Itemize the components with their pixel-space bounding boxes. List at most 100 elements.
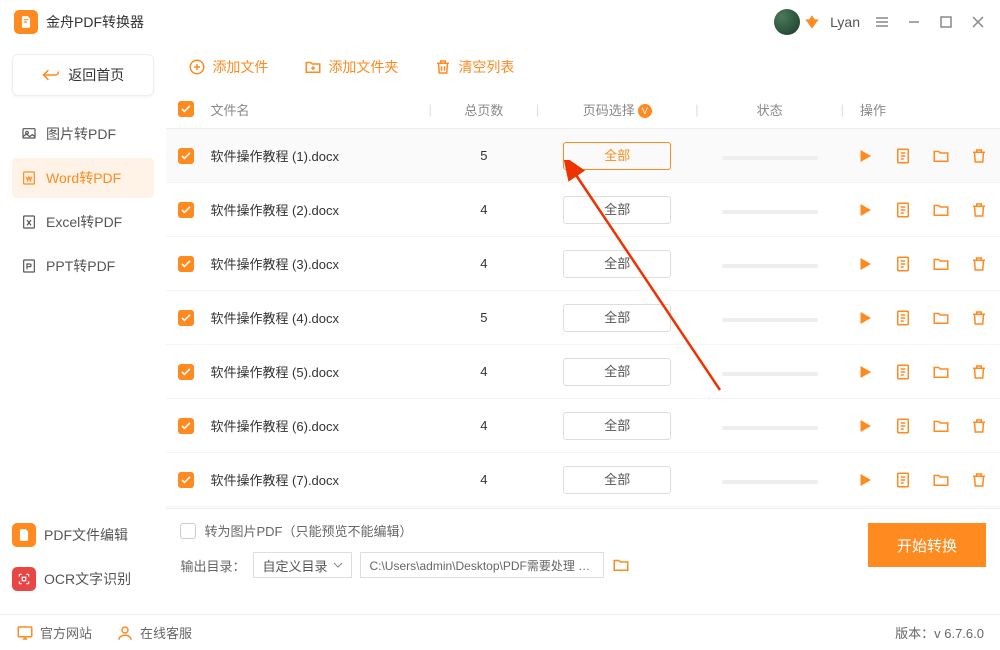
play-icon[interactable] [856,255,874,273]
nav-item-ppt[interactable]: PPT转PDF [12,246,154,286]
row-checkbox[interactable] [178,472,194,488]
row-checkbox[interactable] [178,256,194,272]
row-checkbox[interactable] [178,310,194,326]
nav-item-image[interactable]: 图片转PDF [12,114,154,154]
page-count: 4 [480,364,487,379]
page-range-button[interactable]: 全部 [563,412,671,440]
play-icon[interactable] [856,147,874,165]
image-pdf-label: 转为图片PDF（只能预览不能编辑） [204,521,412,540]
folder-icon[interactable] [932,309,950,327]
detail-icon[interactable] [894,363,912,381]
header-ops: 操作 [860,103,886,118]
play-icon[interactable] [856,201,874,219]
header-filename: 文件名 [210,103,249,118]
ocr-label: OCR文字识别 [44,569,131,589]
progress-bar [722,264,818,268]
delete-icon[interactable] [970,417,988,435]
page-range-button[interactable]: 全部 [563,250,671,278]
file-name: 软件操作教程 (7).docx [210,473,339,488]
vip-diamond-icon[interactable] [804,14,820,30]
pdf-edit-button[interactable]: PDF文件编辑 [12,516,154,554]
play-icon[interactable] [856,309,874,327]
table-row[interactable]: 软件操作教程 (3).docx | 4 | 全部 | | [166,237,1000,291]
table-row[interactable]: 软件操作教程 (1).docx | 5 | 全部 | | [166,129,1000,183]
ocr-button[interactable]: OCR文字识别 [12,560,154,598]
page-count: 4 [480,256,487,271]
menu-icon[interactable] [874,14,890,30]
image-pdf-checkbox[interactable] [180,523,196,539]
page-range-button[interactable]: 全部 [563,358,671,386]
delete-icon[interactable] [970,309,988,327]
nav-item-excel[interactable]: Excel转PDF [12,202,154,242]
detail-icon[interactable] [894,417,912,435]
detail-icon[interactable] [894,309,912,327]
nav-item-word[interactable]: Word转PDF [12,158,154,198]
back-button[interactable]: 返回首页 [12,54,154,96]
detail-icon[interactable] [894,255,912,273]
file-name: 软件操作教程 (2).docx [210,203,339,218]
detail-icon[interactable] [894,471,912,489]
table-row[interactable]: 软件操作教程 (2).docx | 4 | 全部 | | [166,183,1000,237]
table-row[interactable]: 软件操作教程 (4).docx | 5 | 全部 | | [166,291,1000,345]
add-file-button[interactable]: 添加文件 [178,51,278,83]
maximize-icon[interactable] [938,14,954,30]
header-pages: 总页数 [464,103,503,118]
browse-folder-icon[interactable] [612,557,630,573]
delete-icon[interactable] [970,255,988,273]
detail-icon[interactable] [894,147,912,165]
detail-icon[interactable] [894,201,912,219]
row-checkbox[interactable] [178,148,194,164]
back-label: 返回首页 [68,65,124,85]
play-icon[interactable] [856,471,874,489]
pdf-edit-label: PDF文件编辑 [44,525,128,545]
output-mode-select[interactable]: 自定义目录 [253,552,352,578]
clear-list-button[interactable]: 清空列表 [424,51,524,83]
folder-icon[interactable] [932,147,950,165]
add-folder-button[interactable]: 添加文件夹 [294,51,408,83]
row-checkbox[interactable] [178,418,194,434]
folder-icon[interactable] [932,201,950,219]
username[interactable]: Lyan [830,14,860,30]
close-icon[interactable] [970,14,986,30]
start-convert-button[interactable]: 开始转换 [868,523,986,567]
row-checkbox[interactable] [178,364,194,380]
play-icon[interactable] [856,363,874,381]
delete-icon[interactable] [970,201,988,219]
add-folder-label: 添加文件夹 [328,57,398,77]
progress-bar [722,426,818,430]
table-row[interactable]: 软件操作教程 (7).docx | 4 | 全部 | | [166,453,1000,507]
minimize-icon[interactable] [906,14,922,30]
version-label: 版本：v 6.7.6.0 [895,623,984,642]
delete-icon[interactable] [970,471,988,489]
play-icon[interactable] [856,417,874,435]
progress-bar [722,480,818,484]
page-range-button[interactable]: 全部 [563,304,671,332]
folder-icon[interactable] [932,471,950,489]
table-row[interactable]: 软件操作教程 (6).docx | 4 | 全部 | | [166,399,1000,453]
row-checkbox[interactable] [178,202,194,218]
output-dir-label: 输出目录： [180,556,245,575]
select-all-checkbox[interactable] [178,101,194,117]
nav-item-label: Word转PDF [46,168,121,188]
nav-item-label: 图片转PDF [46,124,116,144]
folder-icon[interactable] [932,255,950,273]
delete-icon[interactable] [970,147,988,165]
file-name: 软件操作教程 (5).docx [210,365,339,380]
official-site-link[interactable]: 官方网站 [16,623,92,642]
online-support-link[interactable]: 在线客服 [116,623,192,642]
user-avatar[interactable] [774,9,800,35]
folder-icon[interactable] [932,363,950,381]
excel-icon [20,214,38,230]
page-range-button[interactable]: 全部 [563,142,671,170]
page-range-button[interactable]: 全部 [563,196,671,224]
page-range-button[interactable]: 全部 [563,466,671,494]
delete-icon[interactable] [970,363,988,381]
table-row[interactable]: 软件操作教程 (5).docx | 4 | 全部 | | [166,345,1000,399]
file-name: 软件操作教程 (4).docx [210,311,339,326]
online-support-label: 在线客服 [140,623,192,642]
file-name: 软件操作教程 (3).docx [210,257,339,272]
folder-icon[interactable] [932,417,950,435]
file-name: 软件操作教程 (6).docx [210,419,339,434]
add-file-label: 添加文件 [212,57,268,77]
output-path-display: C:\Users\admin\Desktop\PDF需要处理 … [360,552,604,578]
